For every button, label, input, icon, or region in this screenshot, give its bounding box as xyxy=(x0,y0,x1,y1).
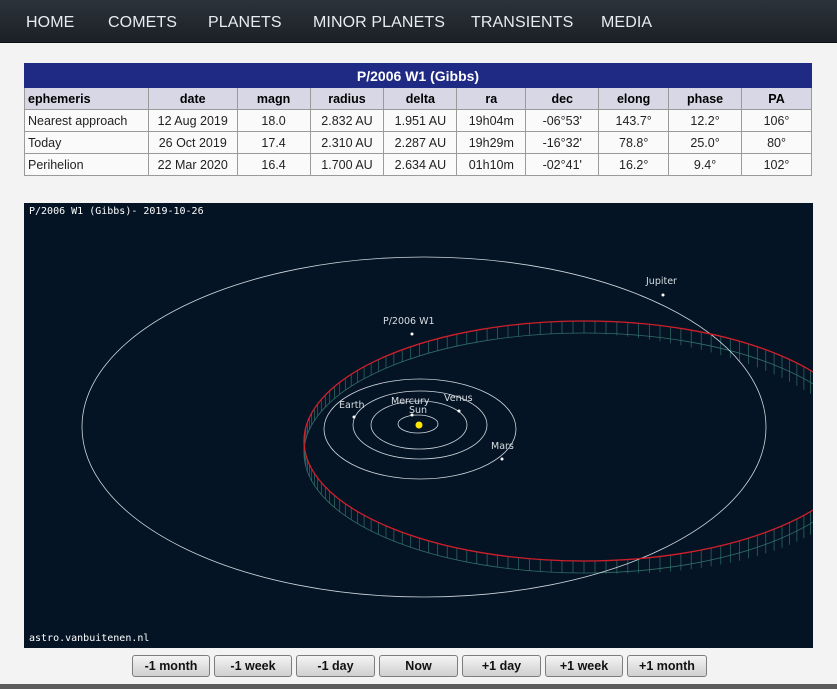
table-cell: 1.951 AU xyxy=(383,109,458,132)
sun-label: Sun xyxy=(409,405,428,416)
table-cell: 2.832 AU xyxy=(309,109,385,132)
credit-text: astro.vanbuitenen.nl xyxy=(29,633,150,644)
table-cell: -02°41' xyxy=(525,153,600,176)
table-row: Nearest approach 12 Aug 2019 18.0 2.832 … xyxy=(24,109,812,132)
nav-comets[interactable]: COMETS xyxy=(108,14,177,32)
table-cell: -16°32' xyxy=(525,131,600,154)
orbit-diagram xyxy=(81,256,813,598)
ephemeris-title: P/2006 W1 (Gibbs) xyxy=(24,63,812,88)
column-header: magn xyxy=(236,87,311,110)
comet-marker xyxy=(410,332,414,336)
comet-orbit xyxy=(303,320,813,562)
table-cell: 18.0 xyxy=(236,109,311,132)
table-cell: 78.8° xyxy=(598,131,670,154)
column-header: ra xyxy=(456,87,527,110)
table-cell: 16.4 xyxy=(236,153,311,176)
comet-label: P/2006 W1 xyxy=(383,316,435,327)
now-button[interactable]: Now xyxy=(379,655,458,677)
table-cell: 1.700 AU xyxy=(309,153,385,176)
plus-one-week-button[interactable]: +1 week xyxy=(545,655,623,677)
table-cell: 143.7° xyxy=(598,109,670,132)
table-cell: 16.2° xyxy=(598,153,670,176)
orbit-plot: P/2006 W1 (Gibbs)- 2019-10-26 P/2006 W1 … xyxy=(24,203,813,648)
nav-media[interactable]: MEDIA xyxy=(601,14,652,32)
column-header: dec xyxy=(525,87,600,110)
table-cell: 25.0° xyxy=(668,131,743,154)
column-header: delta xyxy=(383,87,458,110)
minus-one-day-button[interactable]: -1 day xyxy=(296,655,375,677)
venus-marker xyxy=(457,409,461,413)
mars-orbit xyxy=(323,378,517,480)
table-cell: 2.634 AU xyxy=(383,153,458,176)
table-cell: 17.4 xyxy=(236,131,311,154)
nav-planets[interactable]: PLANETS xyxy=(208,14,282,32)
plus-one-day-button[interactable]: +1 day xyxy=(462,655,541,677)
ephemeris-table: P/2006 W1 (Gibbs) ephemeris date magn ra… xyxy=(24,63,812,176)
column-header: elong xyxy=(598,87,670,110)
minus-one-week-button[interactable]: -1 week xyxy=(214,655,292,677)
table-cell: 102° xyxy=(741,153,812,176)
table-cell: 12.2° xyxy=(668,109,743,132)
column-header: phase xyxy=(668,87,743,110)
table-cell: 22 Mar 2020 xyxy=(147,153,238,176)
venus-label: Venus xyxy=(444,393,473,404)
column-header: radius xyxy=(309,87,385,110)
table-cell: Perihelion xyxy=(24,153,149,176)
table-cell: 01h10m xyxy=(456,153,527,176)
column-header: PA xyxy=(741,87,812,110)
plot-title: P/2006 W1 (Gibbs)- 2019-10-26 xyxy=(29,206,204,217)
column-header: ephemeris xyxy=(24,87,149,110)
nav-minor-planets[interactable]: MINOR PLANETS xyxy=(313,14,445,32)
table-cell: 19h04m xyxy=(456,109,527,132)
bottom-border xyxy=(0,684,837,689)
comet-orbit-projection xyxy=(303,332,813,574)
minus-one-month-button[interactable]: -1 month xyxy=(132,655,210,677)
jupiter-marker xyxy=(661,293,665,297)
sun-marker xyxy=(415,421,423,429)
earth-label: Earth xyxy=(339,400,365,411)
earth-marker xyxy=(352,415,356,419)
top-navigation-bar: HOME COMETS PLANETS MINOR PLANETS TRANSI… xyxy=(0,0,837,43)
table-row: Perihelion 22 Mar 2020 16.4 1.700 AU 2.6… xyxy=(24,153,812,176)
table-cell: 9.4° xyxy=(668,153,743,176)
table-row: Today 26 Oct 2019 17.4 2.310 AU 2.287 AU… xyxy=(24,131,812,154)
nav-home[interactable]: HOME xyxy=(26,14,74,32)
column-header: date xyxy=(147,87,238,110)
plus-one-month-button[interactable]: +1 month xyxy=(627,655,707,677)
table-cell: 2.310 AU xyxy=(309,131,385,154)
nav-transients[interactable]: TRANSIENTS xyxy=(471,14,573,32)
table-cell: Nearest approach xyxy=(24,109,149,132)
mars-label: Mars xyxy=(491,441,514,452)
table-cell: Today xyxy=(24,131,149,154)
table-header-row: ephemeris date magn radius delta ra dec … xyxy=(24,87,812,110)
table-cell: 26 Oct 2019 xyxy=(147,131,238,154)
table-cell: 19h29m xyxy=(456,131,527,154)
jupiter-label: Jupiter xyxy=(646,276,677,287)
mars-marker xyxy=(500,457,504,461)
table-cell: -06°53' xyxy=(525,109,600,132)
jupiter-orbit xyxy=(81,256,767,598)
table-cell: 2.287 AU xyxy=(383,131,458,154)
table-cell: 80° xyxy=(741,131,812,154)
table-cell: 106° xyxy=(741,109,812,132)
table-cell: 12 Aug 2019 xyxy=(147,109,238,132)
